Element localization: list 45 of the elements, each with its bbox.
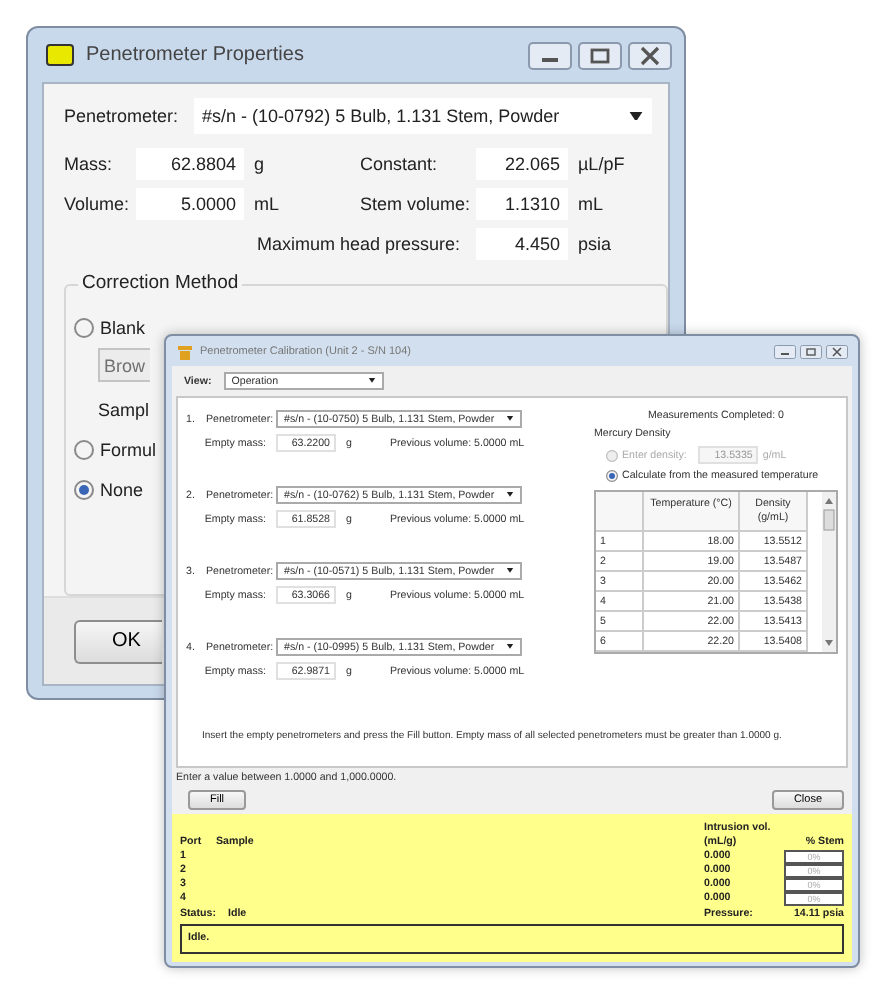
close-button[interactable] — [826, 343, 848, 359]
caret-icon — [506, 644, 515, 650]
minimize-button[interactable] — [528, 41, 572, 69]
field-label: Constant: — [360, 154, 440, 174]
unit-label: g — [252, 154, 267, 174]
input-field[interactable]: 1.1310 — [476, 188, 568, 220]
unit-label: mL — [576, 194, 606, 214]
scrollbar[interactable] — [822, 492, 836, 652]
window-title: Penetrometer Properties — [86, 44, 306, 66]
field-label: Stem volume: — [360, 194, 473, 214]
caret-icon — [506, 568, 515, 574]
unit-label: psia — [576, 234, 614, 254]
ok-button[interactable]: OK — [74, 619, 162, 663]
field-label: Maximum head pressure: — [256, 234, 462, 254]
window-icon — [46, 44, 74, 66]
maximize-button[interactable] — [578, 41, 622, 69]
browse-button[interactable]: Brow — [98, 348, 150, 382]
field-label: Volume: — [64, 194, 132, 214]
input-field[interactable]: 5.0000 — [136, 188, 244, 220]
field-label: Sampl — [98, 400, 150, 420]
radio-button[interactable] — [74, 480, 94, 500]
unit-label: mL — [252, 194, 282, 214]
field-label: Penetrometer: — [64, 106, 179, 126]
radio-label: None — [100, 480, 144, 500]
caret-icon — [367, 378, 376, 384]
caret-icon — [506, 492, 515, 498]
radio-label: Blank — [100, 318, 146, 338]
radio-button[interactable] — [74, 318, 94, 338]
caret-icon — [506, 416, 515, 422]
close-button[interactable] — [628, 41, 672, 69]
column-header — [596, 492, 644, 532]
unit-label: µL/pF — [576, 154, 627, 174]
input-field[interactable]: 4.450 — [476, 228, 568, 260]
input-field[interactable]: 62.8804 — [136, 148, 244, 180]
window-icon — [178, 343, 192, 359]
group-title: Correction Method — [78, 272, 243, 294]
radio-button[interactable] — [606, 470, 618, 482]
radio-label: Formul — [100, 440, 157, 460]
radio-button[interactable] — [74, 440, 94, 460]
input-field[interactable]: 22.065 — [476, 148, 568, 180]
caret-icon — [628, 111, 644, 121]
penetrometer-dropdown[interactable]: #s/n - (10-0792) 5 Bulb, 1.131 Stem, Powder — [194, 98, 652, 134]
field-label: Mass: — [64, 154, 115, 174]
minimize-button[interactable] — [774, 343, 796, 359]
maximize-button[interactable] — [800, 343, 822, 359]
